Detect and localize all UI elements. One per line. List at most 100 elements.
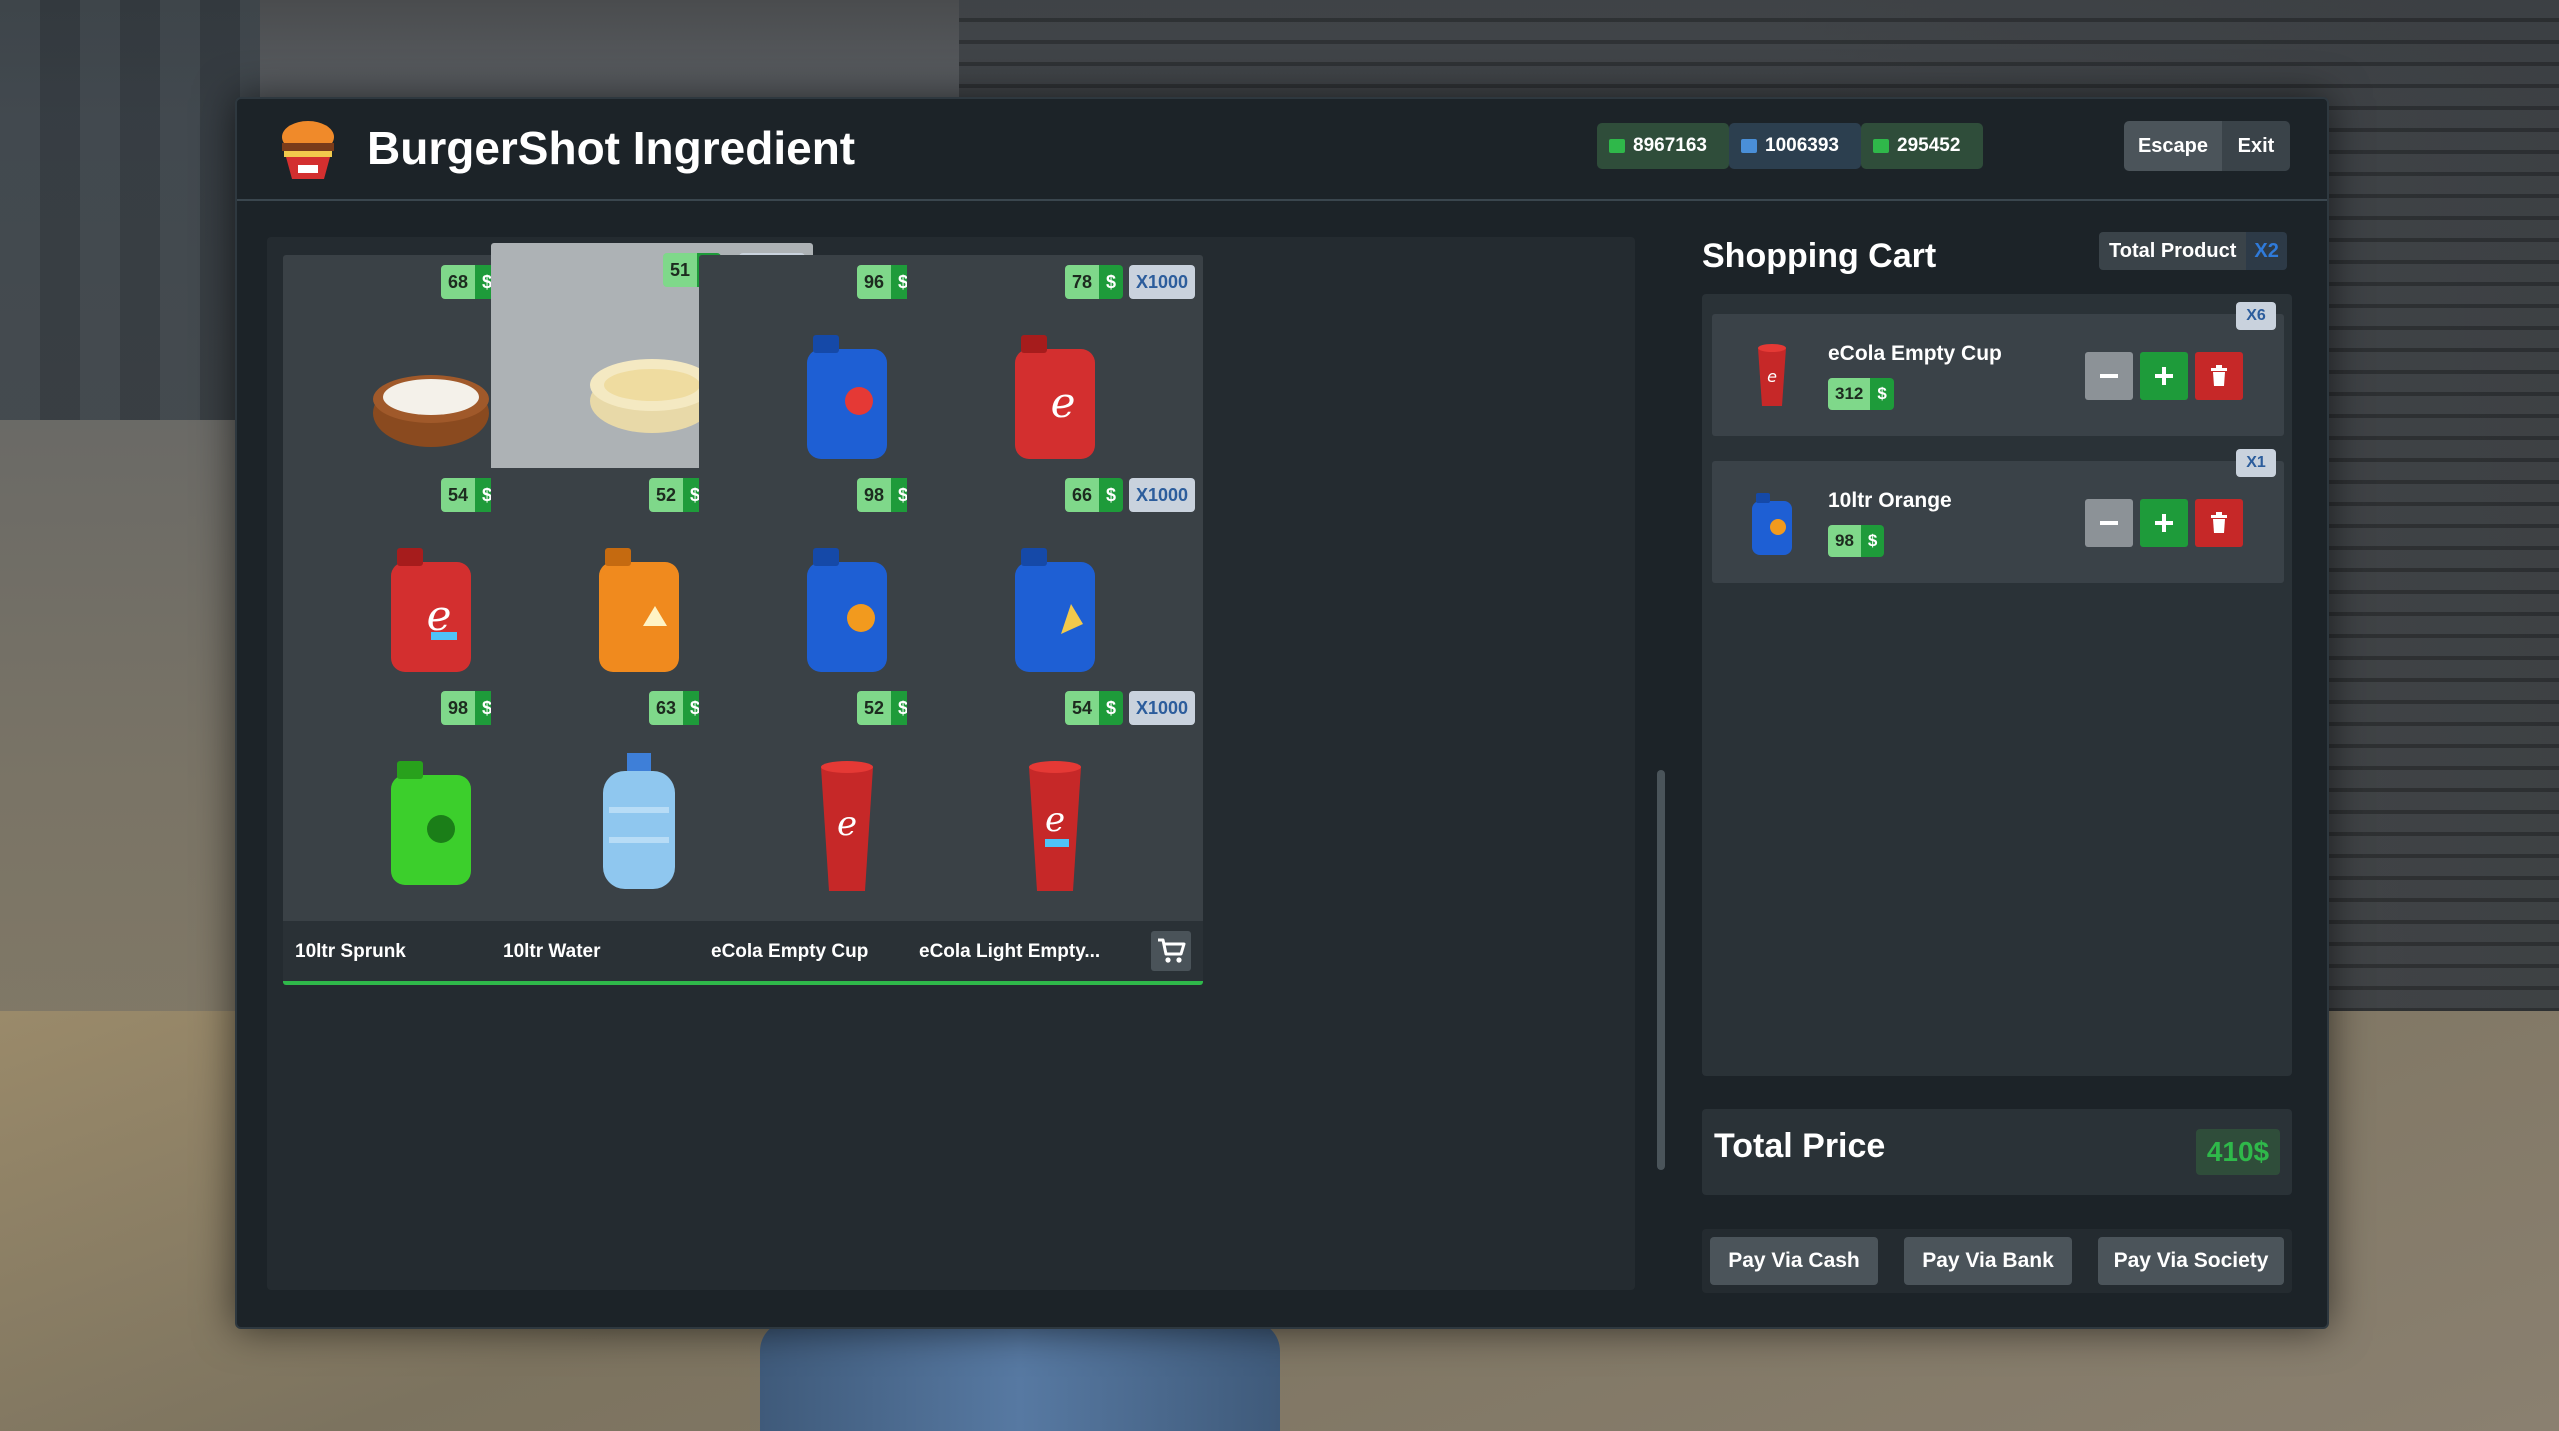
orange-jerrycan-icon: [599, 548, 679, 672]
product-stock: X1000: [1129, 691, 1195, 725]
cash-icon: [1609, 139, 1625, 153]
product-price-value: 54: [1064, 691, 1099, 725]
total-product-badge: Total Product X2: [2099, 232, 2291, 270]
cart-item-qty: X6: [2236, 302, 2276, 330]
header-bar: BurgerShot Ingredient 8967163 1006393 29…: [237, 99, 2327, 201]
product-stock: X1000: [1129, 265, 1195, 299]
product-price-value: 98: [440, 691, 475, 725]
black-money-icon: [1873, 139, 1889, 153]
green-jerrycan-sprunk-icon: [391, 761, 471, 885]
cart-item-price-currency: $: [1870, 378, 1894, 410]
blue-jerrycan-orange-icon: [807, 548, 887, 672]
shopping-cart-title: Shopping Cart: [1702, 237, 1937, 275]
payment-options: Pay Via Cash Pay Via Bank Pay Via Societ…: [1702, 1229, 2292, 1293]
trash-icon: [2211, 512, 2227, 533]
ecola-light-cup-icon: e: [1029, 761, 1081, 891]
increase-qty-button[interactable]: [2140, 499, 2188, 547]
bank-icon: [1741, 139, 1757, 153]
product-price-value: 54: [440, 478, 475, 512]
red-jerrycan-ecola-light-icon: e: [391, 548, 471, 672]
product-stock: X1000: [1129, 478, 1195, 512]
cart-list: X6 e eCola Empty Cup 312 $ X1 10ltr Oran…: [1702, 294, 2292, 1076]
product-price-value: 63: [648, 691, 683, 725]
cart-item: X6 e eCola Empty Cup 312 $: [1712, 302, 2284, 436]
total-product-label: Total Product: [2099, 232, 2247, 270]
product-price-value: 52: [648, 478, 683, 512]
add-to-cart-button[interactable]: [1151, 931, 1191, 971]
trash-icon: [2211, 365, 2227, 386]
product-price-currency: $: [1098, 265, 1123, 299]
pay-via-cash-button[interactable]: Pay Via Cash: [1710, 1237, 1878, 1285]
bank-balance: 1006393: [1729, 123, 1861, 169]
cash-balance-value: 8967163: [1633, 135, 1707, 156]
cart-item-name: eCola Empty Cup: [1828, 342, 2002, 365]
svg-text:e: e: [1051, 378, 1076, 427]
remove-item-button[interactable]: [2195, 499, 2243, 547]
black-money-balance-value: 295452: [1897, 135, 1961, 156]
product-price: 66 $: [1064, 478, 1123, 512]
app-title: BurgerShot Ingredient: [367, 122, 856, 174]
svg-text:e: e: [837, 804, 857, 844]
ecola-cup-icon: e: [821, 761, 873, 891]
bank-balance-value: 1006393: [1765, 135, 1839, 156]
background-player: [760, 1321, 1280, 1431]
minus-icon: [2100, 374, 2118, 378]
black-money-balance: 295452: [1861, 123, 1983, 169]
cart-item-name: 10ltr Orange: [1828, 489, 1952, 512]
svg-text:e: e: [1767, 367, 1777, 386]
svg-text:e: e: [1045, 800, 1065, 840]
salt-bowl-icon: [373, 375, 489, 447]
increase-qty-button[interactable]: [2140, 352, 2188, 400]
total-price-label: Total Price: [1714, 1127, 1886, 1165]
escape-button[interactable]: Escape: [2124, 121, 2222, 171]
product-name: eCola Empty Cup: [711, 941, 869, 962]
minus-icon: [2100, 521, 2118, 525]
plus-icon: [2155, 367, 2173, 385]
product-price-currency: $: [1098, 691, 1123, 725]
total-price-value: 410$: [2196, 1129, 2280, 1175]
decrease-qty-button[interactable]: [2085, 499, 2133, 547]
product-name: 10ltr Sprunk: [295, 941, 406, 962]
cart-item-qty: X1: [2236, 449, 2276, 477]
cart-item-price: 98 $: [1828, 525, 1885, 557]
product-card[interactable]: 54 $ X1000 e eCola Light Empty...: [907, 681, 1203, 985]
ecola-cup-icon: e: [1758, 344, 1786, 406]
background-wall: [0, 0, 260, 420]
blue-jerrycan-orange-icon: [1752, 493, 1792, 555]
pay-via-bank-button[interactable]: Pay Via Bank: [1904, 1237, 2072, 1285]
product-price-value: 98: [856, 478, 891, 512]
product-grid: 68$X1000Salt51$X1000Special Sauce96$X100…: [267, 237, 1665, 1290]
remove-item-button[interactable]: [2195, 352, 2243, 400]
water-jug-icon: [603, 753, 675, 889]
product-price: 54 $: [1064, 691, 1123, 725]
blue-jerrycan-pineapple-icon: [1015, 548, 1095, 672]
shop-panel: BurgerShot Ingredient 8967163 1006393 29…: [235, 97, 2329, 1329]
cart-item-price: 312 $: [1828, 378, 1894, 410]
product-price-value: 96: [856, 265, 891, 299]
grid-scrollbar[interactable]: [1657, 770, 1665, 1170]
red-jerrycan-ecola-icon: e: [1015, 335, 1095, 459]
product-price-value: 68: [440, 265, 475, 299]
product-price-value: 51: [662, 253, 697, 287]
product-name: 10ltr Water: [503, 941, 601, 962]
pay-via-society-button[interactable]: Pay Via Society: [2098, 1237, 2284, 1285]
total-product-value: X2: [2246, 232, 2287, 270]
cart-item-price-value: 98: [1828, 525, 1861, 557]
total-price-box: Total Price 410$: [1702, 1109, 2292, 1195]
product-footer: eCola Light Empty...: [907, 921, 1203, 981]
blue-jerrycan-apple-icon: [807, 335, 887, 459]
product-price-value: 52: [856, 691, 891, 725]
product-price-currency: $: [1098, 478, 1123, 512]
product-name: eCola Light Empty...: [919, 941, 1101, 962]
decrease-qty-button[interactable]: [2085, 352, 2133, 400]
plus-icon: [2155, 514, 2173, 532]
product-price-value: 66: [1064, 478, 1099, 512]
product-price-value: 78: [1064, 265, 1099, 299]
cart-item-price-currency: $: [1860, 525, 1885, 557]
burgershot-logo-icon: [282, 121, 334, 179]
cash-balance: 8967163: [1597, 123, 1729, 169]
exit-button[interactable]: Exit: [2222, 121, 2290, 171]
cart-icon: [1158, 938, 1186, 963]
cart-item-price-value: 312: [1828, 378, 1871, 410]
product-price: 78 $: [1064, 265, 1123, 299]
